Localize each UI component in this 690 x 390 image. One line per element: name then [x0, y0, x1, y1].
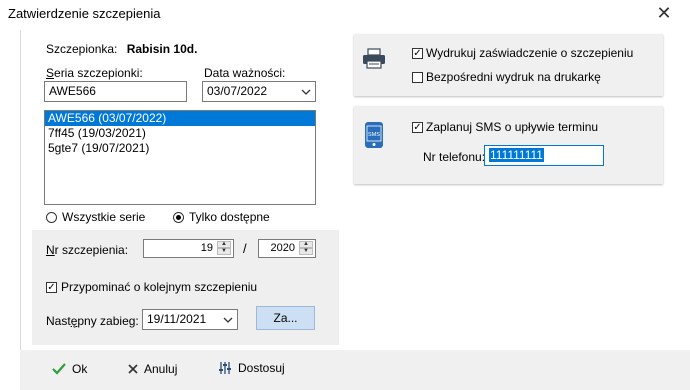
- next-visit-date-value: 19/11/2021: [147, 312, 207, 326]
- expiry-date-value: 03/07/2022: [207, 84, 268, 98]
- phone-label: Nr telefonu:: [423, 150, 486, 164]
- vaccination-year-spinner[interactable]: 2020 ▲ ▼: [258, 239, 316, 258]
- reminder-label: Przypominać o kolejnym szczepieniu: [61, 280, 258, 294]
- radio-available-only[interactable]: Tylko dostępne: [173, 210, 270, 224]
- cancel-label: Anuluj: [144, 362, 178, 376]
- series-label: Seria szczepionki:: [46, 66, 143, 80]
- window-left-border: [20, 30, 21, 390]
- radio-all-series[interactable]: Wszystkie serie: [46, 210, 145, 224]
- close-icon: ✕: [656, 3, 672, 23]
- sms-icon-text: SMS: [368, 132, 380, 138]
- series-list-item[interactable]: AWE566 (03/07/2022): [45, 111, 315, 126]
- expiry-label: Data ważności:: [204, 66, 286, 80]
- spin-down-icon[interactable]: ▼: [217, 248, 231, 255]
- vaccination-number-label: Nr szczepienia:: [46, 243, 129, 257]
- window-title: Zatwierdzenie szczepienia: [8, 6, 161, 21]
- vaccination-number-spinner[interactable]: 19 ▲ ▼: [143, 239, 234, 258]
- spin-up-icon[interactable]: ▲: [299, 241, 313, 248]
- footer-bar: [20, 350, 690, 390]
- series-list-item[interactable]: 5gte7 (19/07/2021): [45, 141, 315, 156]
- cancel-button[interactable]: Anuluj: [128, 362, 177, 376]
- next-visit-more-button[interactable]: Za...: [256, 306, 315, 330]
- printer-icon: [363, 48, 385, 69]
- ok-label: Ok: [72, 362, 88, 376]
- series-listbox[interactable]: AWE566 (03/07/2022) 7ff45 (19/03/2021) 5gt…: [44, 110, 316, 205]
- ok-button[interactable]: Ok: [52, 362, 87, 376]
- sms-phone-icon: SMS: [365, 122, 383, 148]
- print-certificate-label: Wydrukuj zaświadczenie o szczepieniu: [426, 46, 634, 60]
- vaccine-name: Rabisin 10d.: [126, 42, 198, 56]
- expiry-date-combo[interactable]: 03/07/2022: [202, 81, 316, 102]
- reminder-check-indicator: ✓: [46, 281, 57, 293]
- schedule-sms-label: Zaplanuj SMS o upływie terminu: [426, 120, 599, 134]
- next-visit-label: Następny zabieg:: [46, 314, 139, 328]
- series-input[interactable]: AWE566: [44, 81, 187, 102]
- phone-input[interactable]: 111111111: [484, 145, 604, 166]
- chevron-down-icon: [223, 317, 233, 323]
- spin-down-icon[interactable]: ▼: [299, 248, 313, 255]
- radio-available-indicator: [173, 211, 184, 223]
- direct-print-checkbox[interactable]: Bezpośredni wydruk na drukarkę: [412, 70, 601, 84]
- check-icon: [52, 363, 66, 375]
- direct-print-indicator: [412, 71, 423, 83]
- close-button[interactable]: ✕: [650, 2, 678, 24]
- schedule-sms-checkbox[interactable]: ✓ Zaplanuj SMS o upływie terminu: [412, 120, 598, 134]
- direct-print-label: Bezpośredni wydruk na drukarkę: [426, 70, 601, 84]
- number-separator: /: [243, 241, 247, 256]
- close-icon: [128, 364, 138, 374]
- vaccine-label: Szczepionka:: [46, 42, 118, 56]
- sliders-icon: [219, 362, 231, 374]
- series-list-item[interactable]: 7ff45 (19/03/2021): [45, 126, 315, 141]
- customize-button[interactable]: Dostosuj: [218, 361, 285, 375]
- print-card: [354, 34, 663, 96]
- spin-up-icon[interactable]: ▲: [217, 241, 231, 248]
- vaccination-number-value: 19: [200, 242, 213, 254]
- print-certificate-checkbox[interactable]: ✓ Wydrukuj zaświadczenie o szczepieniu: [412, 46, 633, 60]
- print-certificate-indicator: ✓: [412, 47, 423, 59]
- radio-all-label: Wszystkie serie: [62, 210, 146, 224]
- next-visit-date-combo[interactable]: 19/11/2021: [142, 309, 238, 330]
- schedule-sms-indicator: ✓: [412, 121, 423, 133]
- vaccine-line: Szczepionka: Rabisin 10d.: [46, 42, 197, 56]
- chevron-down-icon: [301, 89, 311, 95]
- vaccination-year-value: 2020: [270, 242, 295, 254]
- phone-value: 111111111: [489, 148, 544, 162]
- reminder-checkbox[interactable]: ✓ Przypominać o kolejnym szczepieniu: [46, 280, 257, 294]
- radio-all-indicator: [46, 211, 57, 223]
- customize-label: Dostosuj: [238, 361, 285, 375]
- radio-available-label: Tylko dostępne: [189, 210, 270, 224]
